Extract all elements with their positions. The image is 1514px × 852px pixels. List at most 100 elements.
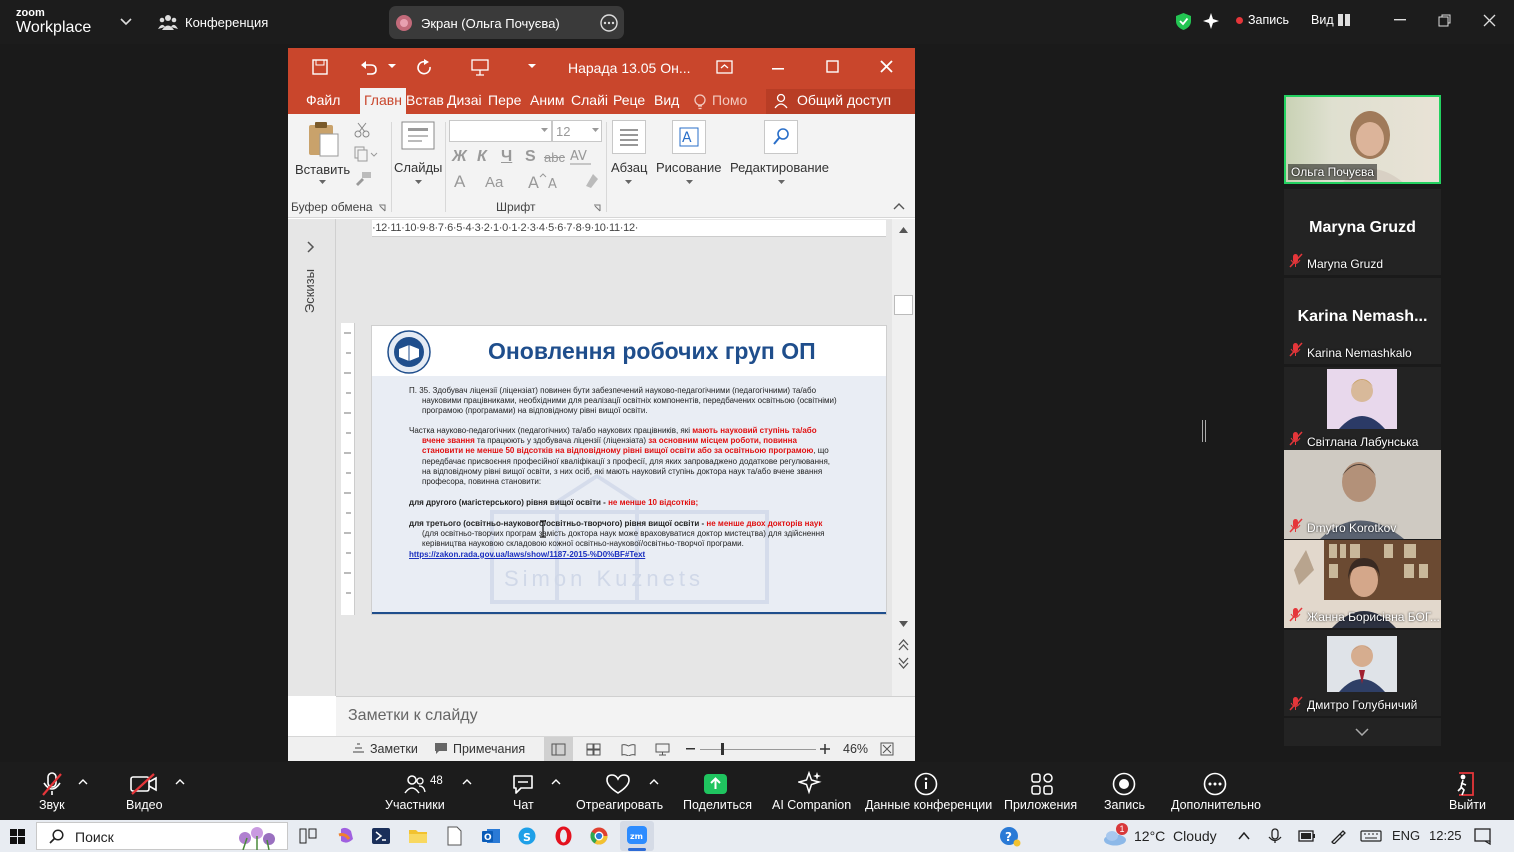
tab-file[interactable]: Файл: [306, 92, 340, 108]
ppt-minimize-icon[interactable]: [772, 68, 784, 70]
sparkle-icon[interactable]: [1202, 12, 1220, 30]
participant-tile[interactable]: Karina Nemash... Karina Nemashkalo: [1284, 278, 1441, 364]
customize-dropdown-icon[interactable]: [528, 64, 536, 70]
shadow-button[interactable]: S: [525, 148, 536, 166]
restore-icon[interactable]: [1438, 14, 1451, 27]
ribbon-display-icon[interactable]: [716, 60, 733, 74]
react-button[interactable]: Отреагировать: [576, 798, 663, 812]
file-explorer-icon[interactable]: [408, 827, 428, 845]
ppt-close-icon[interactable]: [880, 60, 893, 73]
law-link[interactable]: https://zakon.rada.gov.ua/laws/show/1187…: [409, 550, 824, 560]
ppt-maximize-icon[interactable]: [826, 60, 839, 73]
zoom-out-icon[interactable]: [686, 748, 695, 750]
bold-button[interactable]: Ж: [452, 148, 467, 166]
slides-dropdown-icon[interactable]: [415, 180, 422, 185]
slideshow-view-icon[interactable]: [655, 743, 670, 756]
record-button[interactable]: Запись: [1104, 798, 1145, 812]
meeting-info-button[interactable]: Данные конференции: [865, 798, 992, 812]
keyboard-icon[interactable]: [1360, 830, 1382, 842]
participant-tile[interactable]: Жанна Борисівна БОГ...: [1284, 540, 1441, 628]
participants-button[interactable]: Участники: [385, 798, 445, 812]
slide-sorter-icon[interactable]: [586, 743, 601, 756]
editing-dropdown-icon[interactable]: [778, 180, 785, 185]
chevron-down-icon[interactable]: [120, 17, 132, 27]
font-name-dropdown-icon[interactable]: [541, 128, 548, 133]
chevron-down-icon[interactable]: [1355, 728, 1369, 736]
comments-toggle[interactable]: Примечания: [453, 742, 525, 756]
find-icon[interactable]: [764, 120, 798, 154]
scroll-down-icon[interactable]: [899, 621, 908, 627]
zoom-slider-track[interactable]: [700, 749, 816, 750]
chat-button[interactable]: Чат: [513, 798, 534, 812]
opera-icon[interactable]: [555, 826, 572, 846]
font-size-dropdown-icon[interactable]: [592, 128, 599, 133]
undo-dropdown-icon[interactable]: [388, 64, 396, 70]
audio-options-icon[interactable]: [78, 779, 88, 785]
paste-label[interactable]: Вставить: [295, 162, 350, 177]
tab-home[interactable]: Главн: [360, 88, 406, 114]
participants-options-icon[interactable]: [462, 779, 472, 785]
share-screen-icon[interactable]: [703, 773, 728, 795]
font-name-box[interactable]: [449, 120, 552, 142]
tab-animations[interactable]: Аним: [530, 92, 565, 108]
chat-icon[interactable]: [511, 773, 535, 795]
outlook-icon[interactable]: O: [481, 826, 501, 846]
muted-mic-icon[interactable]: [40, 771, 64, 797]
paragraph-icon[interactable]: [612, 120, 646, 154]
participant-tile[interactable]: Світлана Лабунська: [1284, 367, 1441, 453]
info-icon[interactable]: [914, 772, 938, 796]
cut-icon[interactable]: [354, 122, 370, 138]
slide-canvas[interactable]: Оновлення робочих груп ОП Simon Kuznets …: [371, 325, 887, 615]
share-button[interactable]: Общий доступ: [797, 92, 891, 108]
paragraph-label[interactable]: Абзац: [611, 160, 647, 175]
ai-companion-icon[interactable]: [798, 771, 822, 795]
italic-button[interactable]: К: [477, 148, 487, 166]
apps-button[interactable]: Приложения: [1004, 798, 1077, 812]
zoom-slider-thumb[interactable]: [721, 743, 724, 755]
participant-tile[interactable]: Maryna Gruzd Maryna Gruzd: [1284, 189, 1441, 275]
taskbar-search-box[interactable]: Поиск: [36, 822, 288, 850]
clipboard-launcher-icon[interactable]: [378, 204, 386, 212]
change-case-button[interactable]: Aa: [485, 174, 503, 191]
panel-splitter[interactable]: [1202, 420, 1206, 442]
chat-options-icon[interactable]: [551, 779, 561, 785]
close-icon[interactable]: [1483, 14, 1496, 27]
drawing-label[interactable]: Рисование: [656, 160, 721, 175]
record-label[interactable]: Запись: [1248, 13, 1289, 27]
font-grow-shrink-icon[interactable]: AA: [528, 173, 564, 191]
tab-design[interactable]: Дизаі: [447, 92, 482, 108]
gallery-more[interactable]: [1284, 718, 1441, 746]
audio-button[interactable]: Звук: [39, 798, 65, 812]
screen-share-pill[interactable]: Экран (Ольга Почуєва): [389, 6, 624, 39]
more-icon[interactable]: [600, 14, 618, 32]
char-spacing-icon[interactable]: AV: [569, 148, 595, 166]
normal-view-icon[interactable]: [551, 743, 566, 756]
tab-slideshow[interactable]: Слайі: [571, 92, 608, 108]
react-options-icon[interactable]: [649, 779, 659, 785]
leave-button[interactable]: Выйти: [1449, 798, 1486, 812]
tab-transitions[interactable]: Пере: [488, 92, 521, 108]
tell-me-label[interactable]: Помо: [712, 92, 747, 108]
notifications-icon[interactable]: [1474, 828, 1492, 845]
previous-slide-icon[interactable]: [898, 639, 909, 651]
fit-slide-icon[interactable]: [880, 742, 894, 756]
save-icon[interactable]: [312, 59, 328, 75]
copy-icon[interactable]: [354, 146, 378, 162]
collapse-ribbon-icon[interactable]: [893, 202, 905, 210]
zoom-in-icon[interactable]: [820, 744, 830, 754]
powershell-icon[interactable]: [372, 827, 390, 845]
next-slide-icon[interactable]: [898, 657, 909, 669]
paste-dropdown-icon[interactable]: [319, 180, 326, 185]
notes-toggle[interactable]: Заметки: [370, 742, 418, 756]
vertical-scrollbar[interactable]: [892, 219, 915, 696]
slides-label[interactable]: Слайды: [394, 160, 442, 175]
shield-check-icon[interactable]: [1175, 12, 1192, 31]
underline-button[interactable]: Ч: [501, 148, 512, 166]
windows-start-icon[interactable]: [10, 829, 25, 844]
clock[interactable]: 12:25: [1429, 828, 1462, 843]
notes-pane[interactable]: Заметки к слайду: [336, 696, 915, 736]
more-button[interactable]: Дополнительно: [1171, 798, 1261, 812]
record-icon[interactable]: [1112, 772, 1136, 796]
participant-tile[interactable]: Дмитро Голубничий: [1284, 630, 1441, 716]
meeting-label[interactable]: Конференция: [185, 15, 268, 30]
